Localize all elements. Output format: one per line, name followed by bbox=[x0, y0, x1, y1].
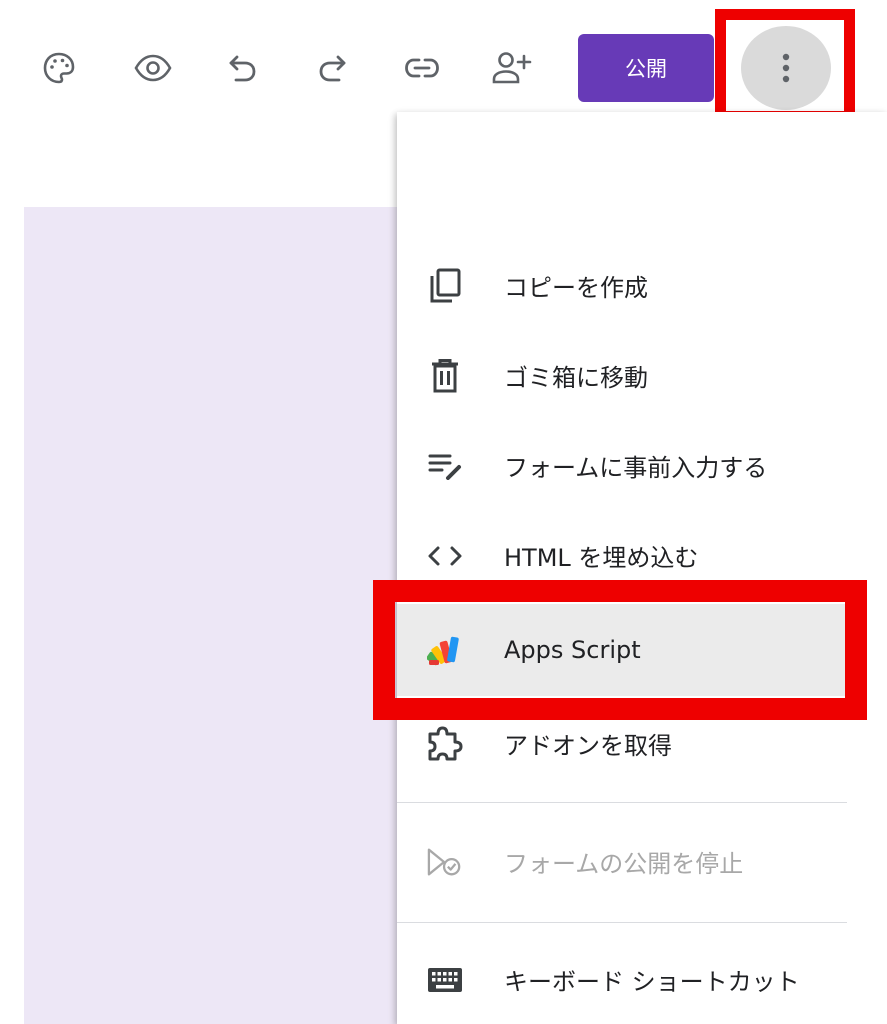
menu-item-prefill-form[interactable]: フォームに事前入力する bbox=[397, 420, 847, 510]
unpublish-icon bbox=[427, 844, 463, 880]
menu-item-label: ゴミ箱に移動 bbox=[504, 363, 648, 392]
preview-eye-icon[interactable] bbox=[131, 46, 175, 90]
menu-item-label: フォームの公開を停止 bbox=[504, 849, 744, 878]
menu-item-make-copy[interactable]: コピーを作成 bbox=[397, 240, 847, 330]
menu-item-label: フォームに事前入力する bbox=[504, 453, 768, 482]
menu-item-label: アドオンを取得 bbox=[504, 731, 672, 760]
menu-item-label: HTML を埋め込む bbox=[504, 543, 699, 572]
menu-item-label: キーボード ショートカット bbox=[504, 967, 800, 996]
prefill-icon bbox=[427, 448, 463, 484]
highlight-box-more bbox=[715, 9, 855, 122]
menu-item-unpublish-form: フォームの公開を停止 bbox=[397, 816, 847, 906]
more-options-menu: コピーを作成 ゴミ箱に移動 フォームに事前入力する HTML を埋め込む App… bbox=[397, 112, 887, 1024]
trash-icon bbox=[427, 358, 463, 394]
code-icon bbox=[427, 538, 463, 574]
copy-icon bbox=[427, 268, 463, 304]
publish-button[interactable]: 公開 bbox=[578, 34, 714, 102]
redo-icon[interactable] bbox=[310, 46, 354, 90]
highlight-box-apps-script bbox=[373, 580, 867, 720]
keyboard-icon bbox=[427, 962, 463, 998]
menu-divider bbox=[397, 802, 847, 803]
undo-icon[interactable] bbox=[221, 46, 265, 90]
puzzle-icon bbox=[427, 726, 463, 762]
publish-label: 公開 bbox=[625, 57, 667, 81]
add-collaborator-icon[interactable] bbox=[490, 46, 534, 90]
menu-item-keyboard-shortcuts[interactable]: キーボード ショートカット bbox=[397, 934, 847, 1024]
palette-icon[interactable] bbox=[37, 46, 81, 90]
menu-item-label: コピーを作成 bbox=[504, 273, 648, 302]
link-icon[interactable] bbox=[400, 46, 444, 90]
menu-divider bbox=[397, 922, 847, 923]
menu-item-move-to-trash[interactable]: ゴミ箱に移動 bbox=[397, 330, 847, 420]
